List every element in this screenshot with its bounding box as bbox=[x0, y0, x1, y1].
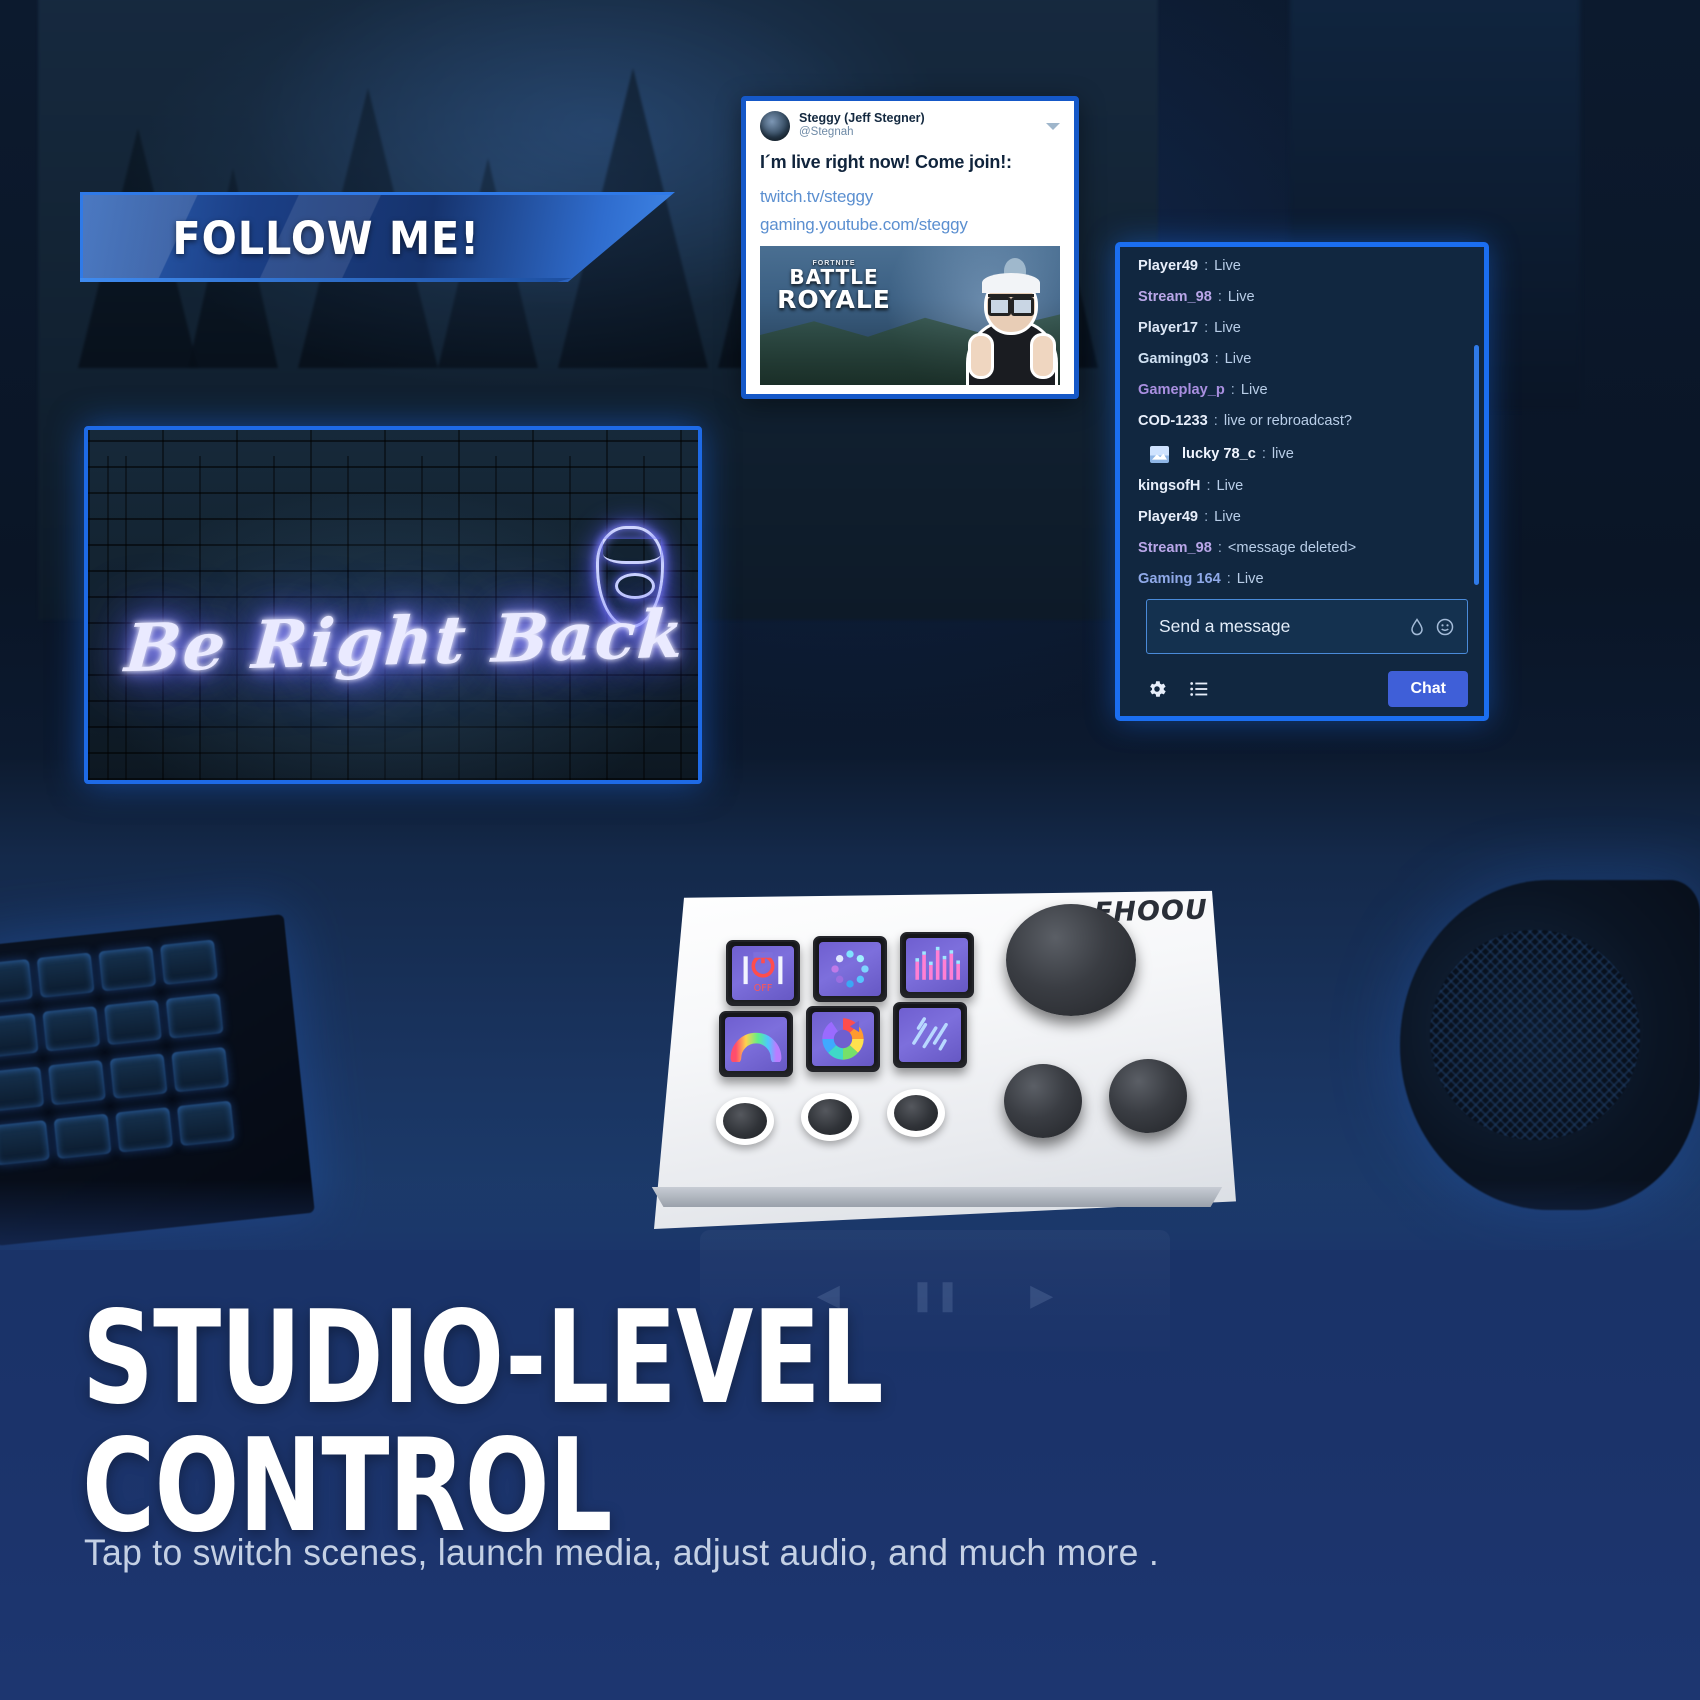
bits-drop-icon[interactable] bbox=[1407, 617, 1427, 637]
game-badge-line2: ROYALE bbox=[777, 285, 891, 314]
chat-separator: : bbox=[1214, 351, 1219, 368]
chat-message: Stream_98: Live bbox=[1138, 290, 1466, 305]
chat-separator: : bbox=[1204, 320, 1209, 337]
emoji-smiley-icon[interactable] bbox=[1435, 617, 1455, 637]
chat-message: kingsofH: Live bbox=[1138, 479, 1466, 494]
chat-username[interactable]: Gaming03 bbox=[1138, 352, 1209, 367]
chat-separator: : bbox=[1217, 540, 1222, 557]
follow-me-underline bbox=[80, 278, 572, 282]
chat-username[interactable]: Gameplay_p bbox=[1138, 383, 1225, 398]
power-off-icon: OFF bbox=[732, 946, 794, 1000]
chat-message-input[interactable]: Send a message bbox=[1146, 599, 1468, 654]
game-badge: FORTNITE BATTLE ROYALE bbox=[774, 260, 894, 312]
chat-message-list[interactable]: Player49: Live Stream_98: Live Player17: Live… bbox=[1120, 247, 1484, 597]
audio-mixer-key[interactable] bbox=[900, 932, 974, 998]
tweet-display-name: Steggy (Jeff Stegner) bbox=[799, 111, 925, 125]
chat-list-icon[interactable] bbox=[1188, 678, 1210, 700]
send-chat-button[interactable]: Chat bbox=[1388, 671, 1468, 707]
chat-input-placeholder: Send a message bbox=[1159, 616, 1291, 636]
tweet-link-youtube[interactable]: gaming.youtube.com/steggy bbox=[760, 215, 1060, 235]
chat-username[interactable]: Player49 bbox=[1138, 259, 1198, 274]
stream-chat-panel[interactable]: Player49: Live Stream_98: Live Player17: Live… bbox=[1115, 242, 1489, 721]
glasses-icon bbox=[988, 294, 1034, 316]
power-off-key[interactable]: OFF bbox=[726, 940, 800, 1006]
chat-message: Gaming03: Live bbox=[1138, 352, 1466, 367]
chat-message-text: Live bbox=[1236, 571, 1264, 588]
avatar bbox=[760, 111, 790, 141]
follow-me-label: FOLLOW ME! bbox=[172, 212, 480, 265]
tweet-header: Steggy (Jeff Stegner) @Stegnah bbox=[760, 111, 1060, 141]
chat-separator: : bbox=[1213, 413, 1218, 430]
chat-toolbar[interactable]: Chat bbox=[1146, 667, 1468, 711]
chat-message-text: Live bbox=[1240, 382, 1268, 399]
macro-button-2[interactable] bbox=[801, 1093, 859, 1141]
streamer-facecam bbox=[956, 265, 1060, 385]
page-subtitle: Tap to switch scenes, launch media, adju… bbox=[84, 1532, 1160, 1573]
chat-message-text: Live bbox=[1227, 289, 1255, 306]
chat-message-text: Live bbox=[1224, 351, 1252, 368]
chat-message: Gaming 164: Live bbox=[1138, 572, 1466, 587]
be-right-back-text: Be Right Back bbox=[122, 594, 689, 688]
tweet-card[interactable]: Steggy (Jeff Stegner) @Stegnah I´m live … bbox=[741, 96, 1079, 399]
chat-separator: : bbox=[1217, 289, 1222, 306]
chat-image-thumbnail-icon bbox=[1150, 445, 1169, 463]
chat-message-text: Live bbox=[1214, 320, 1241, 337]
svg-text:OFF: OFF bbox=[754, 983, 773, 994]
stream-deck-device[interactable]: FHOOU OFF bbox=[636, 884, 1236, 1229]
chat-separator: : bbox=[1206, 478, 1211, 495]
chat-separator: : bbox=[1226, 571, 1231, 588]
gear-icon[interactable] bbox=[1146, 678, 1168, 700]
chat-scrollbar[interactable] bbox=[1474, 345, 1479, 585]
chat-message-text: Live bbox=[1214, 509, 1241, 526]
macro-button-3[interactable] bbox=[887, 1089, 945, 1137]
knob-right[interactable] bbox=[1109, 1059, 1187, 1133]
chat-username[interactable]: kingsofH bbox=[1138, 479, 1200, 494]
loading-dots-key[interactable] bbox=[813, 936, 887, 1002]
color-wheel-key[interactable] bbox=[806, 1006, 880, 1072]
tweet-link-twitch[interactable]: twitch.tv/steggy bbox=[760, 187, 1060, 207]
chat-message-text: live or rebroadcast? bbox=[1223, 413, 1352, 430]
dot-ring-icon bbox=[819, 942, 881, 996]
chat-message-text: <message deleted> bbox=[1227, 540, 1357, 557]
chat-message: Stream_98: <message deleted> bbox=[1138, 541, 1466, 556]
chat-username[interactable]: Stream_98 bbox=[1138, 541, 1212, 556]
chat-message: lucky 78_c: live bbox=[1138, 445, 1466, 463]
tweet-media-thumbnail[interactable]: FORTNITE BATTLE ROYALE bbox=[760, 246, 1060, 385]
tweet-body-text: I´m live right now! Come join!: bbox=[760, 152, 1012, 172]
brightness-arc-key[interactable] bbox=[719, 1011, 793, 1077]
chat-username[interactable]: lucky 78_c bbox=[1182, 447, 1256, 462]
chat-username[interactable]: Gaming 164 bbox=[1138, 572, 1221, 587]
chat-username[interactable]: Stream_98 bbox=[1138, 290, 1212, 305]
chat-message-text: Live bbox=[1216, 478, 1244, 495]
chat-separator: : bbox=[1230, 382, 1235, 399]
chat-username[interactable]: Player17 bbox=[1138, 321, 1198, 336]
chat-separator: : bbox=[1204, 509, 1209, 526]
chat-username[interactable]: COD-1233 bbox=[1138, 414, 1208, 429]
chat-message-text: live bbox=[1271, 445, 1294, 462]
chat-message: Player49: Live bbox=[1138, 259, 1466, 274]
main-dial[interactable] bbox=[1006, 904, 1136, 1016]
rainbow-arc-icon bbox=[725, 1017, 787, 1071]
device-front-edge bbox=[651, 1187, 1223, 1207]
chat-separator: : bbox=[1261, 445, 1266, 462]
color-wheel-icon bbox=[812, 1012, 874, 1066]
chat-separator: : bbox=[1204, 258, 1209, 274]
chat-message: Player49: Live bbox=[1138, 510, 1466, 525]
chat-message-text: Live bbox=[1214, 258, 1241, 274]
chat-username[interactable]: Player49 bbox=[1138, 510, 1198, 525]
knob-left[interactable] bbox=[1004, 1064, 1082, 1138]
chat-message: COD-1233: live or rebroadcast? bbox=[1138, 414, 1466, 429]
streaks-icon bbox=[899, 1008, 961, 1062]
headset-mesh bbox=[1430, 930, 1640, 1140]
chat-message: Player17: Live bbox=[1138, 321, 1466, 336]
tweet-handle: @Stegnah bbox=[799, 126, 854, 139]
chevron-down-icon[interactable] bbox=[1046, 123, 1060, 130]
effects-key[interactable] bbox=[893, 1002, 967, 1068]
be-right-back-panel: Be Right Back bbox=[84, 426, 702, 784]
page-headline: STUDIO-LEVEL CONTROL bbox=[82, 1284, 884, 1561]
equalizer-icon bbox=[906, 938, 968, 992]
game-badge-line1: BATTLE bbox=[789, 265, 879, 289]
macro-button-1[interactable] bbox=[716, 1097, 774, 1145]
chat-message: Gameplay_p: Live bbox=[1138, 383, 1466, 398]
